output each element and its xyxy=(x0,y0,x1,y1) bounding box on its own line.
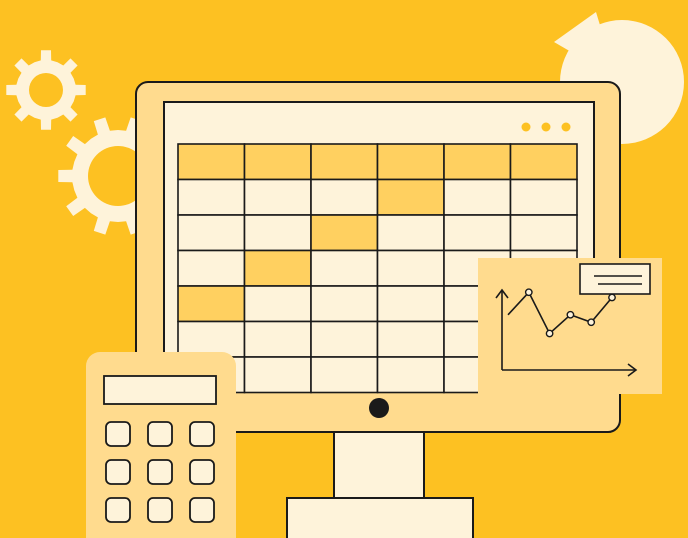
spreadsheet-cell xyxy=(310,143,379,181)
calculator-key xyxy=(147,421,173,447)
power-button xyxy=(369,398,389,418)
chart-point xyxy=(587,318,596,327)
spreadsheet-cell xyxy=(177,249,246,287)
spreadsheet-cell xyxy=(376,356,445,394)
spreadsheet-illustration xyxy=(6,12,684,538)
spreadsheet-cell xyxy=(310,356,379,394)
calculator-key xyxy=(147,497,173,523)
spreadsheet-cell xyxy=(376,143,445,181)
calculator-key xyxy=(147,459,173,485)
spreadsheet-cell xyxy=(177,178,246,216)
spreadsheet-cell xyxy=(376,285,445,323)
window-dot xyxy=(561,122,571,132)
calculator-keypad xyxy=(105,421,215,523)
spreadsheet-cell xyxy=(443,178,512,216)
spreadsheet-cell xyxy=(310,178,379,216)
spreadsheet-cell xyxy=(310,214,379,252)
spreadsheet-cell xyxy=(376,249,445,287)
calculator-key xyxy=(189,459,215,485)
spreadsheet-cell xyxy=(509,143,578,181)
gear-icon xyxy=(6,50,86,130)
calculator-key xyxy=(105,421,131,447)
spreadsheet-cell xyxy=(243,249,312,287)
chart-point xyxy=(545,329,554,338)
spreadsheet-cell xyxy=(177,143,246,181)
calculator-key xyxy=(189,421,215,447)
chart-point xyxy=(524,288,533,297)
spreadsheet-cell xyxy=(243,285,312,323)
spreadsheet-cell xyxy=(310,285,379,323)
spreadsheet-cell xyxy=(243,143,312,181)
spreadsheet-cell xyxy=(177,320,246,358)
line-chart-card xyxy=(478,258,662,394)
spreadsheet-cell xyxy=(243,356,312,394)
spreadsheet-cell xyxy=(243,320,312,358)
spreadsheet-cell xyxy=(243,214,312,252)
spreadsheet-cell xyxy=(177,285,246,323)
spreadsheet-cell xyxy=(509,178,578,216)
chart-point xyxy=(608,293,616,302)
calculator-display xyxy=(103,375,217,405)
chart-point xyxy=(566,310,575,319)
spreadsheet-cell xyxy=(443,143,512,181)
calculator-key xyxy=(189,497,215,523)
spreadsheet-cell xyxy=(376,214,445,252)
window-dot xyxy=(521,122,531,132)
spreadsheet-cell xyxy=(509,214,578,252)
spreadsheet-cell xyxy=(443,214,512,252)
spreadsheet-cell xyxy=(310,249,379,287)
spreadsheet-cell xyxy=(310,320,379,358)
calculator-key xyxy=(105,459,131,485)
spreadsheet-cell xyxy=(177,214,246,252)
monitor-stand xyxy=(286,429,474,538)
window-dot xyxy=(541,122,551,132)
spreadsheet-cell xyxy=(243,178,312,216)
spreadsheet-cell xyxy=(376,178,445,216)
calculator-key xyxy=(105,497,131,523)
chart-legend-box xyxy=(579,263,651,295)
calculator-icon xyxy=(86,352,236,538)
spreadsheet-cell xyxy=(376,320,445,358)
